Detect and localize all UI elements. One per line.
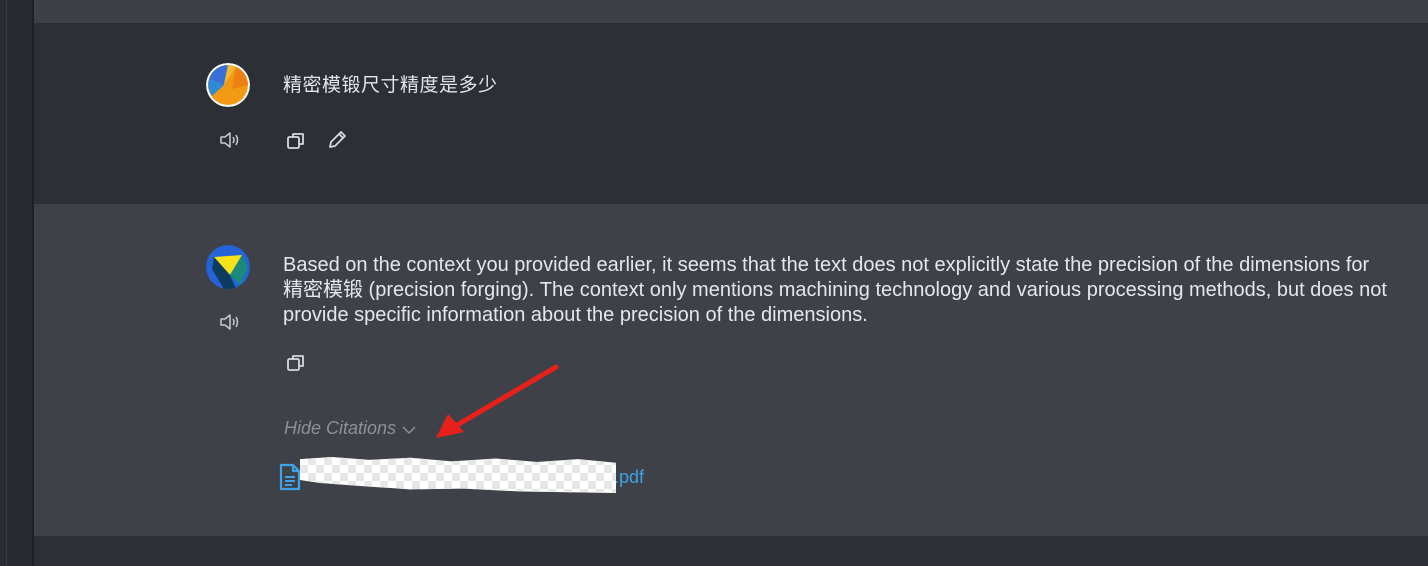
pencil-icon[interactable] [326, 129, 348, 151]
assistant-avatar [206, 245, 250, 289]
speaker-icon[interactable] [219, 131, 241, 149]
assistant-message-text: Based on the context you provided earlie… [283, 254, 1387, 326]
speaker-icon[interactable] [219, 313, 241, 331]
user-avatar [206, 63, 250, 107]
document-icon [279, 463, 301, 491]
rail-divider [6, 0, 7, 566]
hide-citations-label: Hide Citations [284, 418, 397, 438]
conversation-footer [34, 536, 1428, 566]
previous-message-strip [34, 0, 1428, 23]
left-rail [0, 0, 34, 566]
citation-file-name: .pdf [614, 466, 645, 487]
user-message-block [34, 23, 1428, 204]
copy-icon[interactable] [285, 352, 307, 374]
hide-citations-toggle[interactable]: Hide Citations [284, 418, 416, 439]
annotation-arrow [436, 364, 559, 438]
user-message-text: 精密模锻尺寸精度是多少 [283, 74, 498, 96]
chevron-down-icon [402, 425, 416, 434]
copy-icon[interactable] [285, 130, 307, 152]
